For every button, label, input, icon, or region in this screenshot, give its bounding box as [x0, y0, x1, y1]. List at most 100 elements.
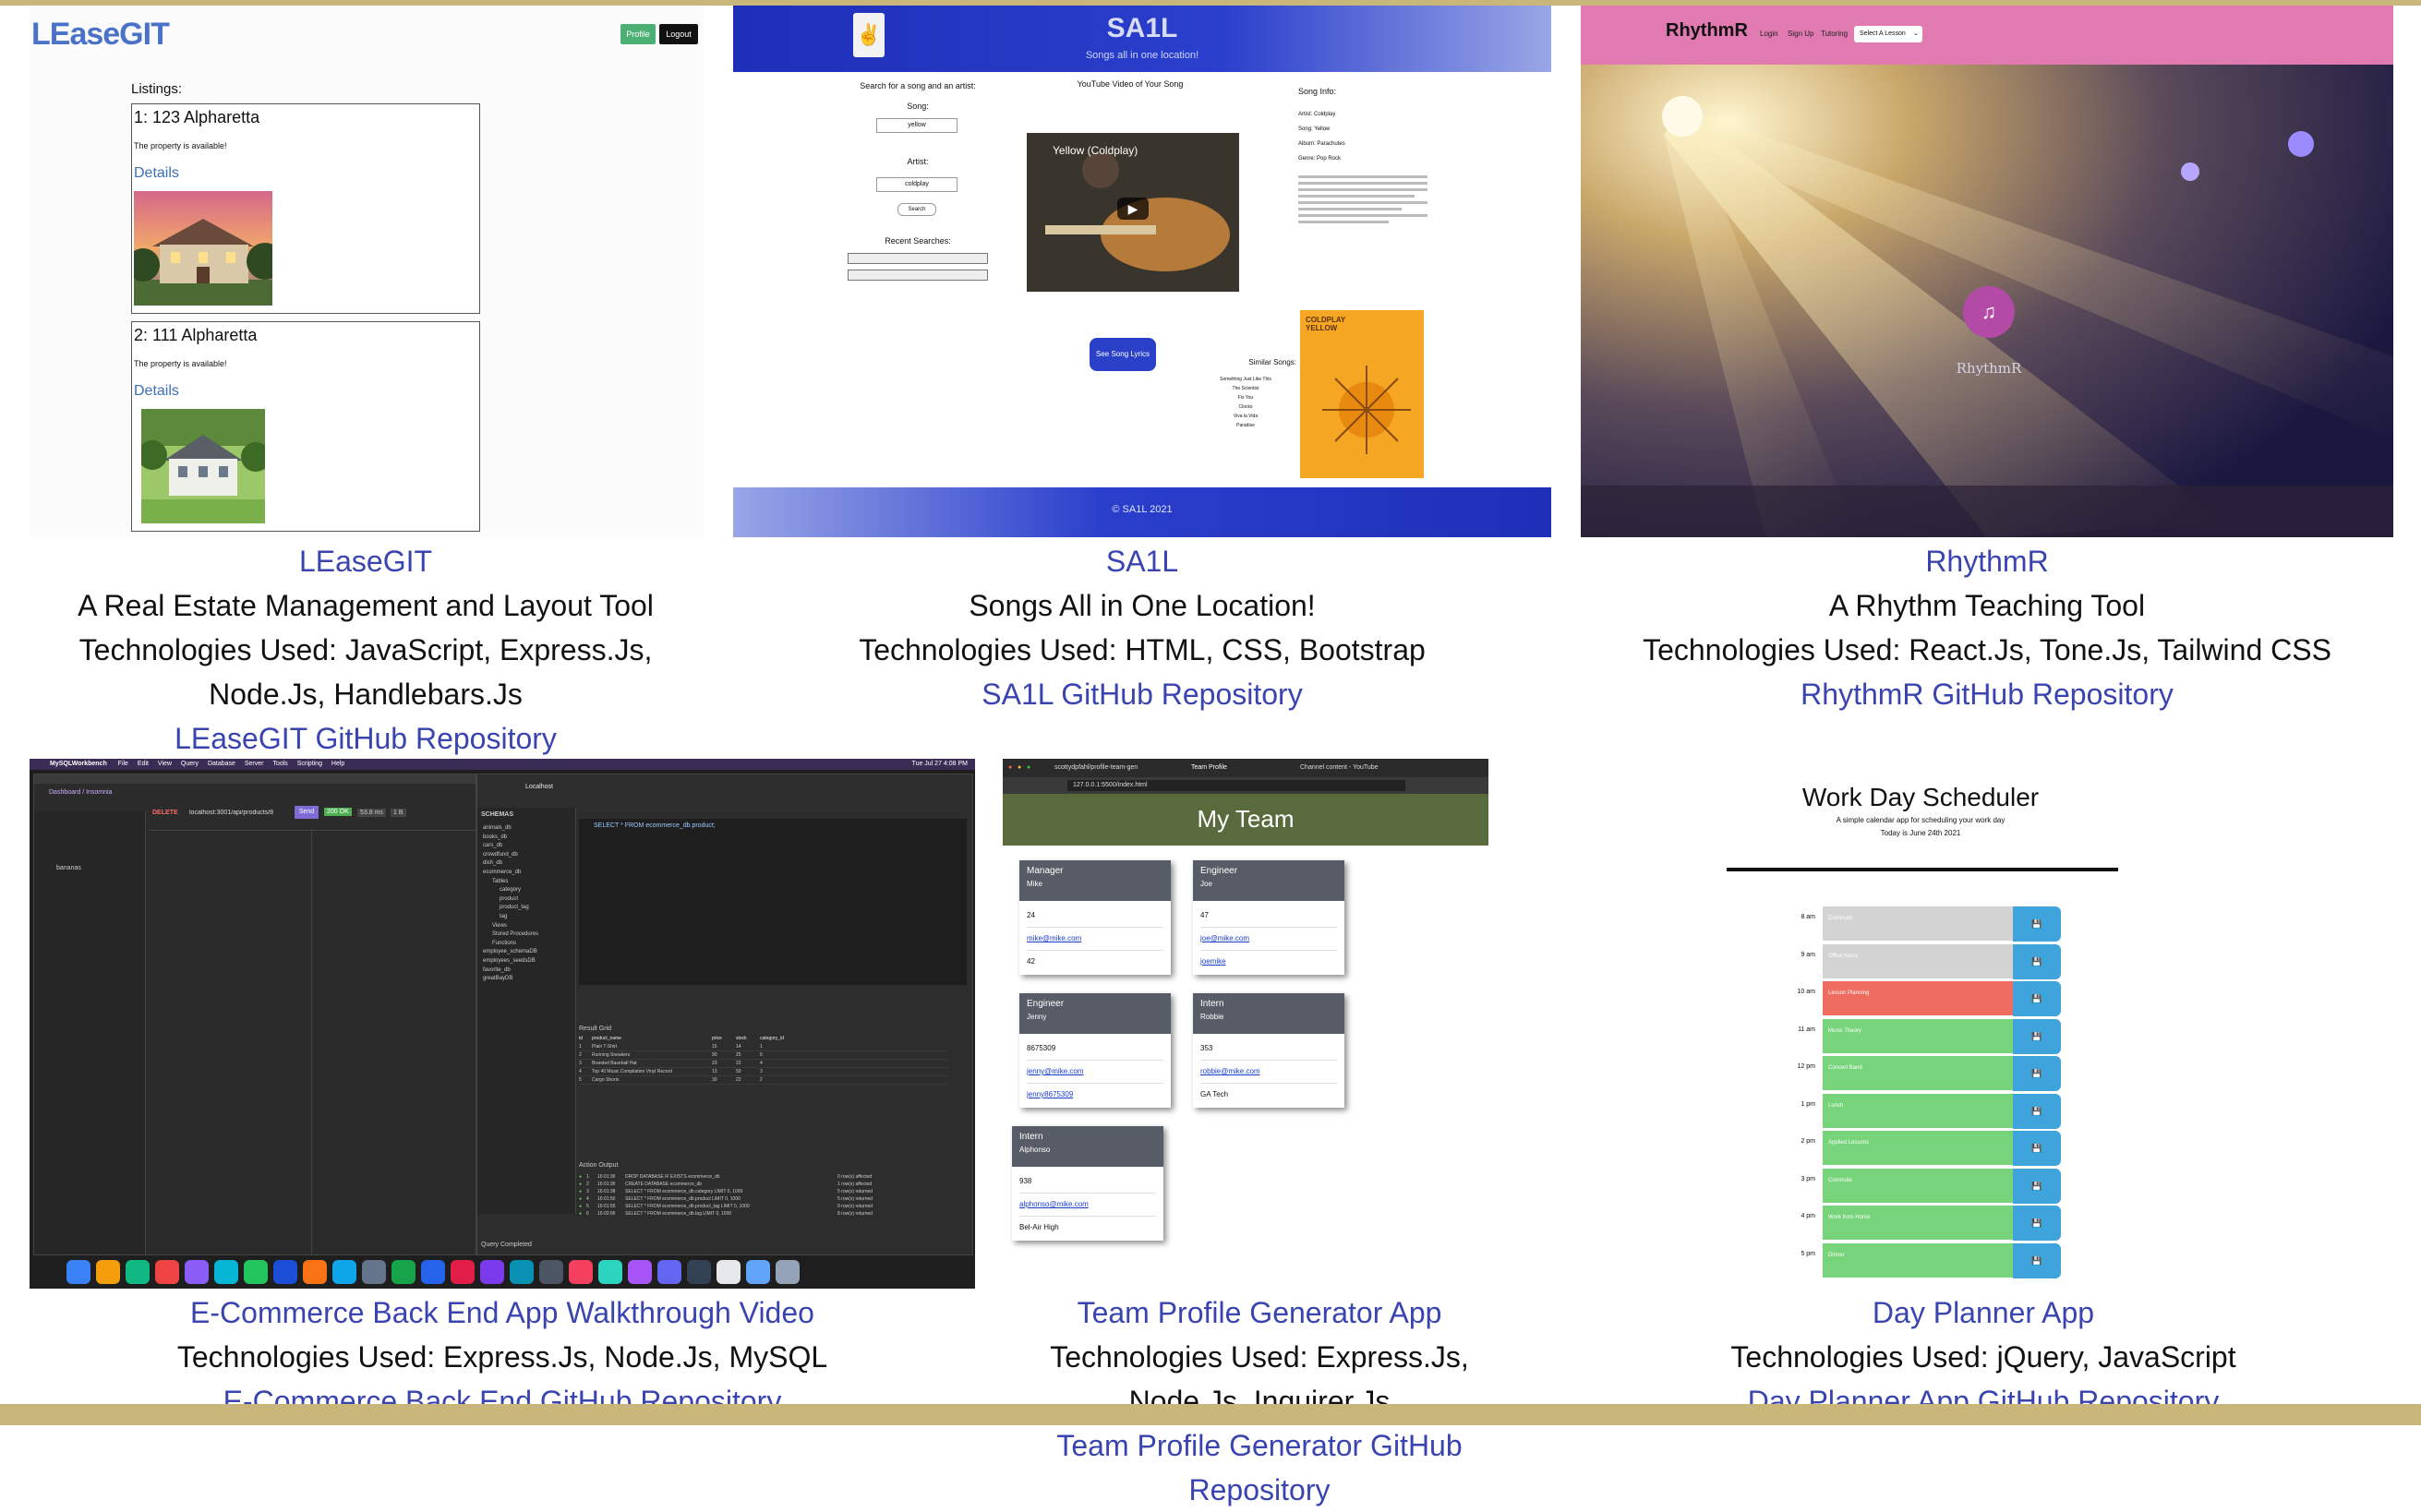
save-button[interactable]: 💾	[2013, 981, 2061, 1016]
repo-link[interactable]: Team Profile Generator GitHub Repository	[988, 1423, 1531, 1512]
schema-item[interactable]: product_tag	[483, 904, 538, 913]
column-header[interactable]: price	[712, 1035, 736, 1043]
dock-app-icon[interactable]	[391, 1260, 416, 1284]
browser-tab[interactable]: scottydpfahl/profile-team-gen	[1054, 759, 1138, 777]
column-header[interactable]: id	[579, 1035, 592, 1043]
day-planner-screenshot[interactable]: Work Day Scheduler A simple calendar app…	[1727, 759, 2244, 1289]
dock-app-icon[interactable]	[362, 1260, 386, 1284]
profile-button[interactable]: Profile	[620, 24, 656, 44]
schema-item[interactable]: tag	[483, 913, 538, 922]
see-lyrics-button[interactable]: See Song Lyrics	[1090, 338, 1156, 371]
save-button[interactable]: 💾	[2013, 1206, 2061, 1241]
dock-app-icon[interactable]	[569, 1260, 593, 1284]
schema-item[interactable]: Views	[483, 922, 538, 931]
workbench-tab[interactable]: Localhost	[525, 784, 553, 790]
leasegit-screenshot[interactable]: LEaseGIT Profile Logout Listings: 1: 123…	[30, 6, 704, 537]
play-icon[interactable]: ▶	[1117, 198, 1149, 220]
dock-app-icon[interactable]	[126, 1260, 150, 1284]
table-row[interactable]: 5 Cargo Shorts 30 22 2	[579, 1076, 948, 1085]
schema-item[interactable]: product	[483, 895, 538, 905]
request-item[interactable]: bananas	[56, 865, 81, 871]
task-textarea[interactable]: Office hours	[1823, 943, 2013, 979]
details-link[interactable]: Details	[134, 383, 179, 400]
youtube-video[interactable]: Yellow (Coldplay) ▶	[1027, 133, 1239, 292]
menu-item[interactable]: Query	[181, 761, 199, 767]
dock-app-icon[interactable]	[155, 1260, 179, 1284]
song-input[interactable]: yellow	[876, 118, 958, 133]
table-row[interactable]: 2 Running Sneakers 90 25 5	[579, 1051, 948, 1060]
dock-app-icon[interactable]	[510, 1260, 534, 1284]
dock-app-icon[interactable]	[332, 1260, 356, 1284]
employee-email-link[interactable]: mike@mike.com	[1027, 928, 1163, 951]
employee-email-link[interactable]: jenny@mike.com	[1027, 1061, 1163, 1084]
browser-tab[interactable]: Team Profile	[1191, 759, 1227, 777]
nav-signup-link[interactable]: Sign Up	[1788, 30, 1813, 38]
save-button[interactable]: 💾	[2013, 1168, 2061, 1204]
url-input[interactable]: localhost:3001/api/products/8	[189, 810, 291, 816]
schema-item[interactable]: crowdfund_db	[483, 851, 538, 860]
task-textarea[interactable]: Lunch	[1823, 1093, 2013, 1129]
dock-app-icon[interactable]	[66, 1260, 90, 1284]
column-header[interactable]: stock	[736, 1035, 760, 1043]
ecommerce-video[interactable]: MySQLWorkbench File Edit View Query Data…	[30, 759, 975, 1289]
project-title-link[interactable]: LEaseGIT	[30, 539, 702, 583]
menu-item[interactable]: File	[118, 761, 128, 767]
employee-github-link[interactable]: jenny8675309	[1027, 1084, 1163, 1106]
browser-tab[interactable]: Channel content - YouTube	[1300, 759, 1379, 777]
task-textarea[interactable]: Applied Lessons	[1823, 1131, 2013, 1166]
team-profile-screenshot[interactable]: ● ● ● scottydpfahl/profile-team-gen Team…	[1003, 759, 1488, 1289]
menu-item[interactable]: Tools	[272, 761, 287, 767]
schema-item[interactable]: ecommerce_db	[483, 869, 538, 878]
table-row[interactable]: 4 Top 40 Music Compilation Vinyl Record 13…	[579, 1068, 948, 1076]
window-controls[interactable]: ●	[1018, 759, 1021, 777]
dock-app-icon[interactable]	[185, 1260, 209, 1284]
dock-app-icon[interactable]	[657, 1260, 681, 1284]
details-link[interactable]: Details	[134, 165, 179, 182]
task-textarea[interactable]: Concert Band	[1823, 1056, 2013, 1091]
window-controls[interactable]: ●	[1027, 759, 1030, 777]
dock-app-icon[interactable]	[96, 1260, 120, 1284]
schema-item[interactable]: books_db	[483, 834, 538, 843]
save-button[interactable]: 💾	[2013, 1018, 2061, 1054]
employee-email-link[interactable]: robbie@mike.com	[1200, 1061, 1337, 1084]
schema-item[interactable]: Tables	[483, 878, 538, 887]
schema-item[interactable]: dish_db	[483, 859, 538, 869]
project-title-link[interactable]: SA1L	[733, 539, 1551, 583]
schema-item[interactable]: employee_schemaDB	[483, 948, 538, 957]
repo-link[interactable]: LEaseGIT GitHub Repository	[30, 716, 702, 761]
schema-item[interactable]: animals_db	[483, 824, 538, 834]
save-button[interactable]: 💾	[2013, 906, 2061, 942]
employee-email-link[interactable]: alphonso@mike.com	[1019, 1194, 1156, 1217]
schema-item[interactable]: cars_db	[483, 842, 538, 851]
dock-app-icon[interactable]	[451, 1260, 475, 1284]
save-button[interactable]: 💾	[2013, 1131, 2061, 1166]
save-button[interactable]: 💾	[2013, 1056, 2061, 1091]
dock-app-icon[interactable]	[598, 1260, 622, 1284]
menu-item[interactable]: View	[158, 761, 172, 767]
dock-app-icon[interactable]	[717, 1260, 741, 1284]
send-button[interactable]: Send	[295, 806, 319, 819]
dock-app-icon[interactable]	[746, 1260, 770, 1284]
save-button[interactable]: 💾	[2013, 1242, 2061, 1278]
query-editor[interactable]: SELECT * FROM ecommerce_db.product;	[579, 819, 967, 985]
task-textarea[interactable]: Music Theory	[1823, 1018, 2013, 1054]
dock-app-icon[interactable]	[303, 1260, 327, 1284]
task-textarea[interactable]: Commute	[1823, 1168, 2013, 1204]
schema-item[interactable]: category	[483, 886, 538, 895]
schema-item[interactable]: Functions	[483, 940, 538, 949]
schema-item[interactable]: Stored Procedures	[483, 930, 538, 940]
lesson-select[interactable]: Select A Lesson ⌄	[1854, 26, 1922, 42]
schema-item[interactable]: favorite_db	[483, 966, 538, 976]
project-title-link[interactable]: Team Profile Generator App	[988, 1290, 1531, 1335]
dock-app-icon[interactable]	[480, 1260, 504, 1284]
url-input[interactable]: 127.0.0.1:5500/index.html	[1067, 780, 1405, 791]
project-title-link[interactable]: Day Planner App	[1701, 1290, 2266, 1335]
rhythmr-screenshot[interactable]: RhythmR Login Sign Up Tutoring Select A …	[1581, 6, 2393, 537]
column-header[interactable]: product_name	[592, 1035, 712, 1043]
employee-email-link[interactable]: joe@mike.com	[1200, 928, 1337, 951]
dock-app-icon[interactable]	[421, 1260, 445, 1284]
dock-app-icon[interactable]	[539, 1260, 563, 1284]
sa1l-screenshot[interactable]: ✌ SA1L Songs all in one location! Search…	[733, 6, 1551, 537]
task-textarea[interactable]: Work from Home	[1823, 1206, 2013, 1241]
menu-item[interactable]: Edit	[138, 761, 149, 767]
